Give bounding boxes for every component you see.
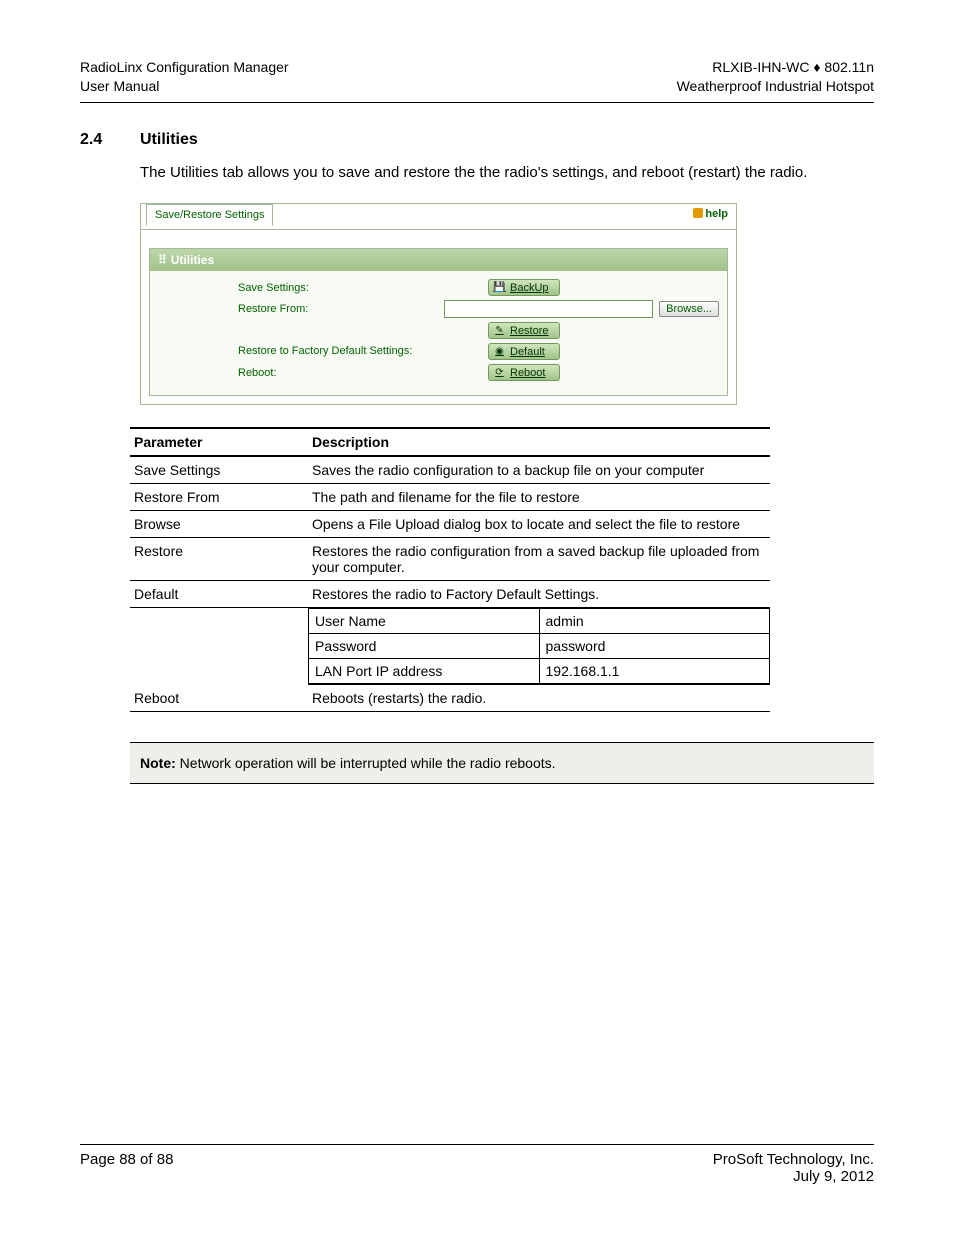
footer-date: July 9, 2012 bbox=[713, 1168, 874, 1185]
help-link[interactable]: help bbox=[685, 204, 736, 224]
table-row: Browse Opens a File Upload dialog box to… bbox=[130, 511, 770, 538]
header-right-line1: RLXIB-IHN-WC ♦ 802.11n bbox=[677, 58, 874, 77]
col-description: Description bbox=[308, 428, 770, 456]
browse-button[interactable]: Browse... bbox=[659, 301, 719, 317]
save-settings-label: Save Settings: bbox=[158, 282, 488, 294]
header-right-line2: Weatherproof Industrial Hotspot bbox=[677, 77, 874, 96]
factory-default-label: Restore to Factory Default Settings: bbox=[158, 345, 488, 358]
default-button[interactable]: ◉ Default bbox=[488, 343, 560, 360]
target-icon: ◉ bbox=[493, 345, 506, 358]
table-row: Default Restores the radio to Factory De… bbox=[130, 581, 770, 608]
page-header: RadioLinx Configuration Manager User Man… bbox=[80, 58, 874, 103]
grid-icon: ⠿ bbox=[158, 253, 165, 267]
footer-company: ProSoft Technology, Inc. bbox=[713, 1151, 874, 1168]
page-footer: Page 88 of 88 ProSoft Technology, Inc. J… bbox=[80, 1144, 874, 1185]
backup-button[interactable]: 💾 BackUp bbox=[488, 279, 560, 296]
edit-icon: ✎ bbox=[493, 324, 506, 337]
reboot-label: Reboot: bbox=[158, 367, 488, 379]
reboot-button[interactable]: ⟳ Reboot bbox=[488, 364, 560, 381]
footer-page: Page 88 of 88 bbox=[80, 1151, 173, 1185]
table-row: User Nameadmin Passwordpassword LAN Port… bbox=[130, 608, 770, 685]
restore-from-label: Restore From: bbox=[158, 303, 444, 315]
header-left-line2: User Manual bbox=[80, 77, 289, 96]
section-title: Utilities bbox=[140, 131, 198, 149]
col-parameter: Parameter bbox=[130, 428, 308, 456]
table-row: Restore From The path and filename for t… bbox=[130, 484, 770, 511]
header-left-line1: RadioLinx Configuration Manager bbox=[80, 58, 289, 77]
parameter-table: Parameter Description Save Settings Save… bbox=[130, 427, 770, 712]
settings-panel: Save/Restore Settings help ⠿Utilities Sa… bbox=[140, 203, 737, 405]
section-intro: The Utilities tab allows you to save and… bbox=[140, 163, 874, 183]
table-row: Save Settings Saves the radio configurat… bbox=[130, 456, 770, 484]
restore-path-input[interactable] bbox=[444, 300, 653, 318]
table-row: Restore Restores the radio configuration… bbox=[130, 538, 770, 581]
note-box: Note: Network operation will be interrup… bbox=[130, 742, 874, 784]
help-icon bbox=[693, 208, 703, 218]
default-credentials-table: User Nameadmin Passwordpassword LAN Port… bbox=[308, 608, 770, 684]
tab-save-restore[interactable]: Save/Restore Settings bbox=[146, 204, 273, 226]
utilities-box-header: ⠿Utilities bbox=[150, 249, 727, 271]
restore-button[interactable]: ✎ Restore bbox=[488, 322, 560, 339]
table-row: Reboot Reboots (restarts) the radio. bbox=[130, 685, 770, 712]
section-number: 2.4 bbox=[80, 131, 110, 149]
power-icon: ⟳ bbox=[493, 366, 506, 379]
disk-icon: 💾 bbox=[493, 281, 506, 294]
